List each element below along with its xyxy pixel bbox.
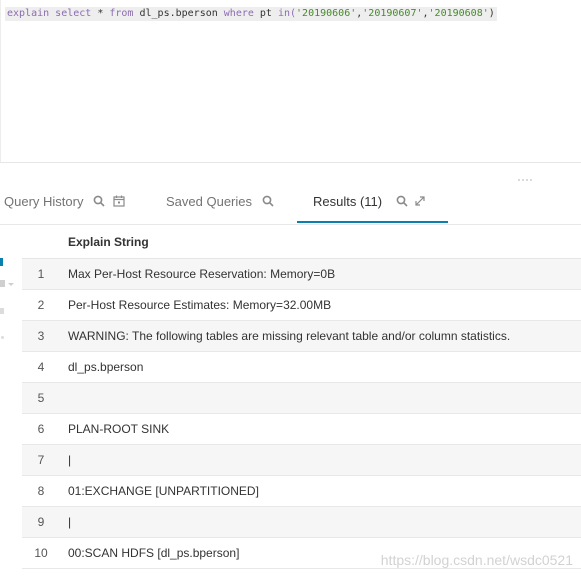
code-token: pt: [259, 8, 278, 19]
table-header: Explain String: [22, 226, 581, 259]
calendar-icon[interactable]: [113, 181, 125, 225]
row-explain-string: PLAN-ROOT SINK: [68, 422, 170, 436]
grid-view-icon[interactable]: [0, 258, 3, 266]
table-row[interactable]: 6 PLAN-ROOT SINK: [22, 414, 581, 445]
editor-border: [0, 0, 1, 162]
tab-query-history[interactable]: Query History: [4, 180, 125, 222]
results-tabs: Query History Saved Queries Results (11): [0, 180, 581, 225]
table-body: 1 Max Per-Host Resource Reservation: Memo…: [22, 259, 581, 569]
row-number: 9: [37, 515, 45, 529]
row-number: 6: [37, 422, 45, 436]
row-explain-string: |: [68, 453, 72, 467]
row-number: 2: [37, 298, 45, 312]
download-icon[interactable]: [0, 308, 4, 314]
code-token: *: [97, 8, 110, 19]
code-token: '20190606': [296, 8, 357, 19]
results-side-toolbar: [0, 250, 18, 350]
table-row[interactable]: 1 Max Per-Host Resource Reservation: Memo…: [22, 259, 581, 290]
resize-handle[interactable]: [518, 168, 534, 181]
row-number: 7: [37, 453, 45, 467]
sql-code-line[interactable]: explain select * from dl_ps.bperson wher…: [5, 7, 497, 21]
search-icon[interactable]: [396, 181, 408, 225]
tab-saved-queries-label: Saved Queries: [166, 194, 252, 209]
row-number: 3: [37, 329, 45, 343]
row-explain-string: WARNING: The following tables are missin…: [68, 329, 511, 343]
code-token: where: [223, 8, 260, 19]
code-token: select: [55, 8, 98, 19]
code-token: '20190608': [428, 8, 489, 19]
column-header-explain-string[interactable]: Explain String: [68, 226, 149, 258]
code-token: ): [488, 8, 495, 19]
table-row[interactable]: 3 WARNING: The following tables are missi…: [22, 321, 581, 352]
row-number: 10: [34, 546, 48, 560]
row-number: 4: [37, 360, 45, 374]
row-explain-string: 00:SCAN HDFS [dl_ps.bperson]: [68, 546, 240, 560]
search-icon[interactable]: [93, 181, 105, 225]
row-explain-string: 01:EXCHANGE [UNPARTITIONED]: [68, 484, 259, 498]
tab-saved-queries[interactable]: Saved Queries: [166, 180, 274, 222]
tab-results-label: Results (11): [313, 194, 383, 209]
code-token: dl_ps.bperson: [139, 8, 224, 19]
results-table: Explain String 1 Max Per-Host Resource Re…: [22, 226, 581, 569]
chevron-down-icon[interactable]: [8, 283, 14, 286]
watermark: https://blog.csdn.net/wsdc0521: [380, 552, 573, 568]
row-explain-string: dl_ps.bperson: [68, 360, 144, 374]
tab-query-history-label: Query History: [4, 194, 84, 209]
row-number: 5: [37, 391, 45, 405]
sql-editor[interactable]: explain select * from dl_ps.bperson wher…: [0, 0, 581, 163]
code-token: in(: [277, 8, 297, 19]
chart-view-icon[interactable]: [0, 280, 5, 287]
row-explain-string: Max Per-Host Resource Reservation: Memor…: [68, 267, 336, 281]
code-token: explain: [7, 8, 56, 19]
table-row[interactable]: 5: [22, 383, 581, 414]
expand-icon[interactable]: [414, 181, 426, 225]
row-number: 8: [37, 484, 45, 498]
search-icon[interactable]: [262, 181, 274, 225]
table-row[interactable]: 4 dl_ps.bperson: [22, 352, 581, 383]
table-row[interactable]: 8 01:EXCHANGE [UNPARTITIONED]: [22, 476, 581, 507]
row-explain-string: |: [68, 515, 72, 529]
table-row[interactable]: 9 |: [22, 507, 581, 538]
table-row[interactable]: 2 Per-Host Resource Estimates: Memory=32.…: [22, 290, 581, 321]
tab-results[interactable]: Results (11): [297, 180, 448, 223]
table-row[interactable]: 7 |: [22, 445, 581, 476]
row-explain-string: Per-Host Resource Estimates: Memory=32.0…: [68, 298, 332, 312]
row-number: 1: [37, 267, 45, 281]
dot-icon: [1, 336, 4, 339]
code-token: from: [109, 8, 140, 19]
code-token: '20190607': [362, 8, 423, 19]
